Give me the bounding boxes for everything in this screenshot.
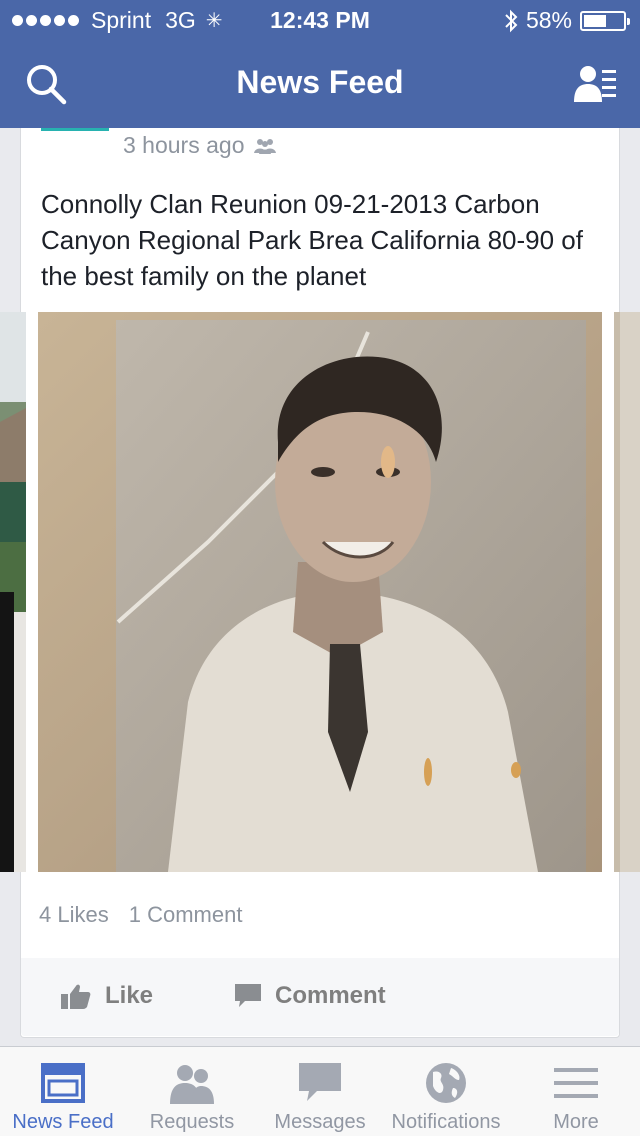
battery-percent: 58% — [525, 7, 572, 33]
friends-list-icon[interactable] — [574, 62, 618, 106]
messages-icon — [299, 1063, 341, 1101]
like-button[interactable]: Like — [61, 982, 153, 1010]
story-photo[interactable] — [38, 312, 602, 872]
tab-notifications[interactable]: Notifications — [384, 1047, 508, 1136]
tab-more[interactable]: More — [512, 1047, 640, 1136]
story-timestamp[interactable]: 3 hours ago — [123, 132, 244, 159]
tab-label: Requests — [149, 1111, 235, 1133]
comments-count[interactable]: 1 Comment — [129, 902, 243, 928]
tab-bar: News Feed Requests Messages Notification… — [0, 1046, 640, 1136]
top-bar: Sprint 3G ✳ 12:43 PM 58% News Feed — [0, 0, 640, 128]
comment-icon — [235, 984, 261, 1007]
comment-label: Comment — [275, 982, 386, 1009]
avatar[interactable] — [41, 128, 109, 131]
tab-requests[interactable]: Requests — [128, 1047, 256, 1136]
tab-label: News Feed — [12, 1111, 114, 1133]
battery-icon — [580, 10, 630, 31]
tab-label: Messages — [274, 1111, 366, 1133]
story-actions: Like Comment — [21, 958, 619, 1036]
tab-messages[interactable]: Messages — [256, 1047, 384, 1136]
globe-icon — [426, 1063, 466, 1103]
tab-label: More — [553, 1111, 599, 1133]
tab-label: Notifications — [391, 1111, 501, 1133]
thumbs-up-icon — [61, 984, 91, 1009]
story-counts: 4 Likes 1 Comment — [39, 902, 242, 928]
news-feed-icon — [41, 1063, 85, 1103]
previous-photo[interactable] — [0, 312, 26, 872]
likes-count[interactable]: 4 Likes — [39, 902, 109, 928]
page-title: News Feed — [236, 64, 404, 100]
story-text: Connolly Clan Reunion 09-21-2013 Carbon … — [41, 189, 583, 291]
friends-audience-icon — [254, 138, 277, 154]
story-meta: 3 hours ago — [123, 132, 277, 159]
comment-button[interactable]: Comment — [235, 982, 386, 1010]
bluetooth-icon — [505, 9, 518, 32]
like-label: Like — [105, 982, 154, 1009]
status-bar: Sprint 3G ✳ 12:43 PM 58% — [0, 0, 640, 40]
tab-news-feed[interactable]: News Feed — [0, 1047, 126, 1136]
menu-icon — [554, 1068, 598, 1098]
requests-icon — [170, 1065, 214, 1104]
next-photo[interactable] — [614, 312, 640, 872]
